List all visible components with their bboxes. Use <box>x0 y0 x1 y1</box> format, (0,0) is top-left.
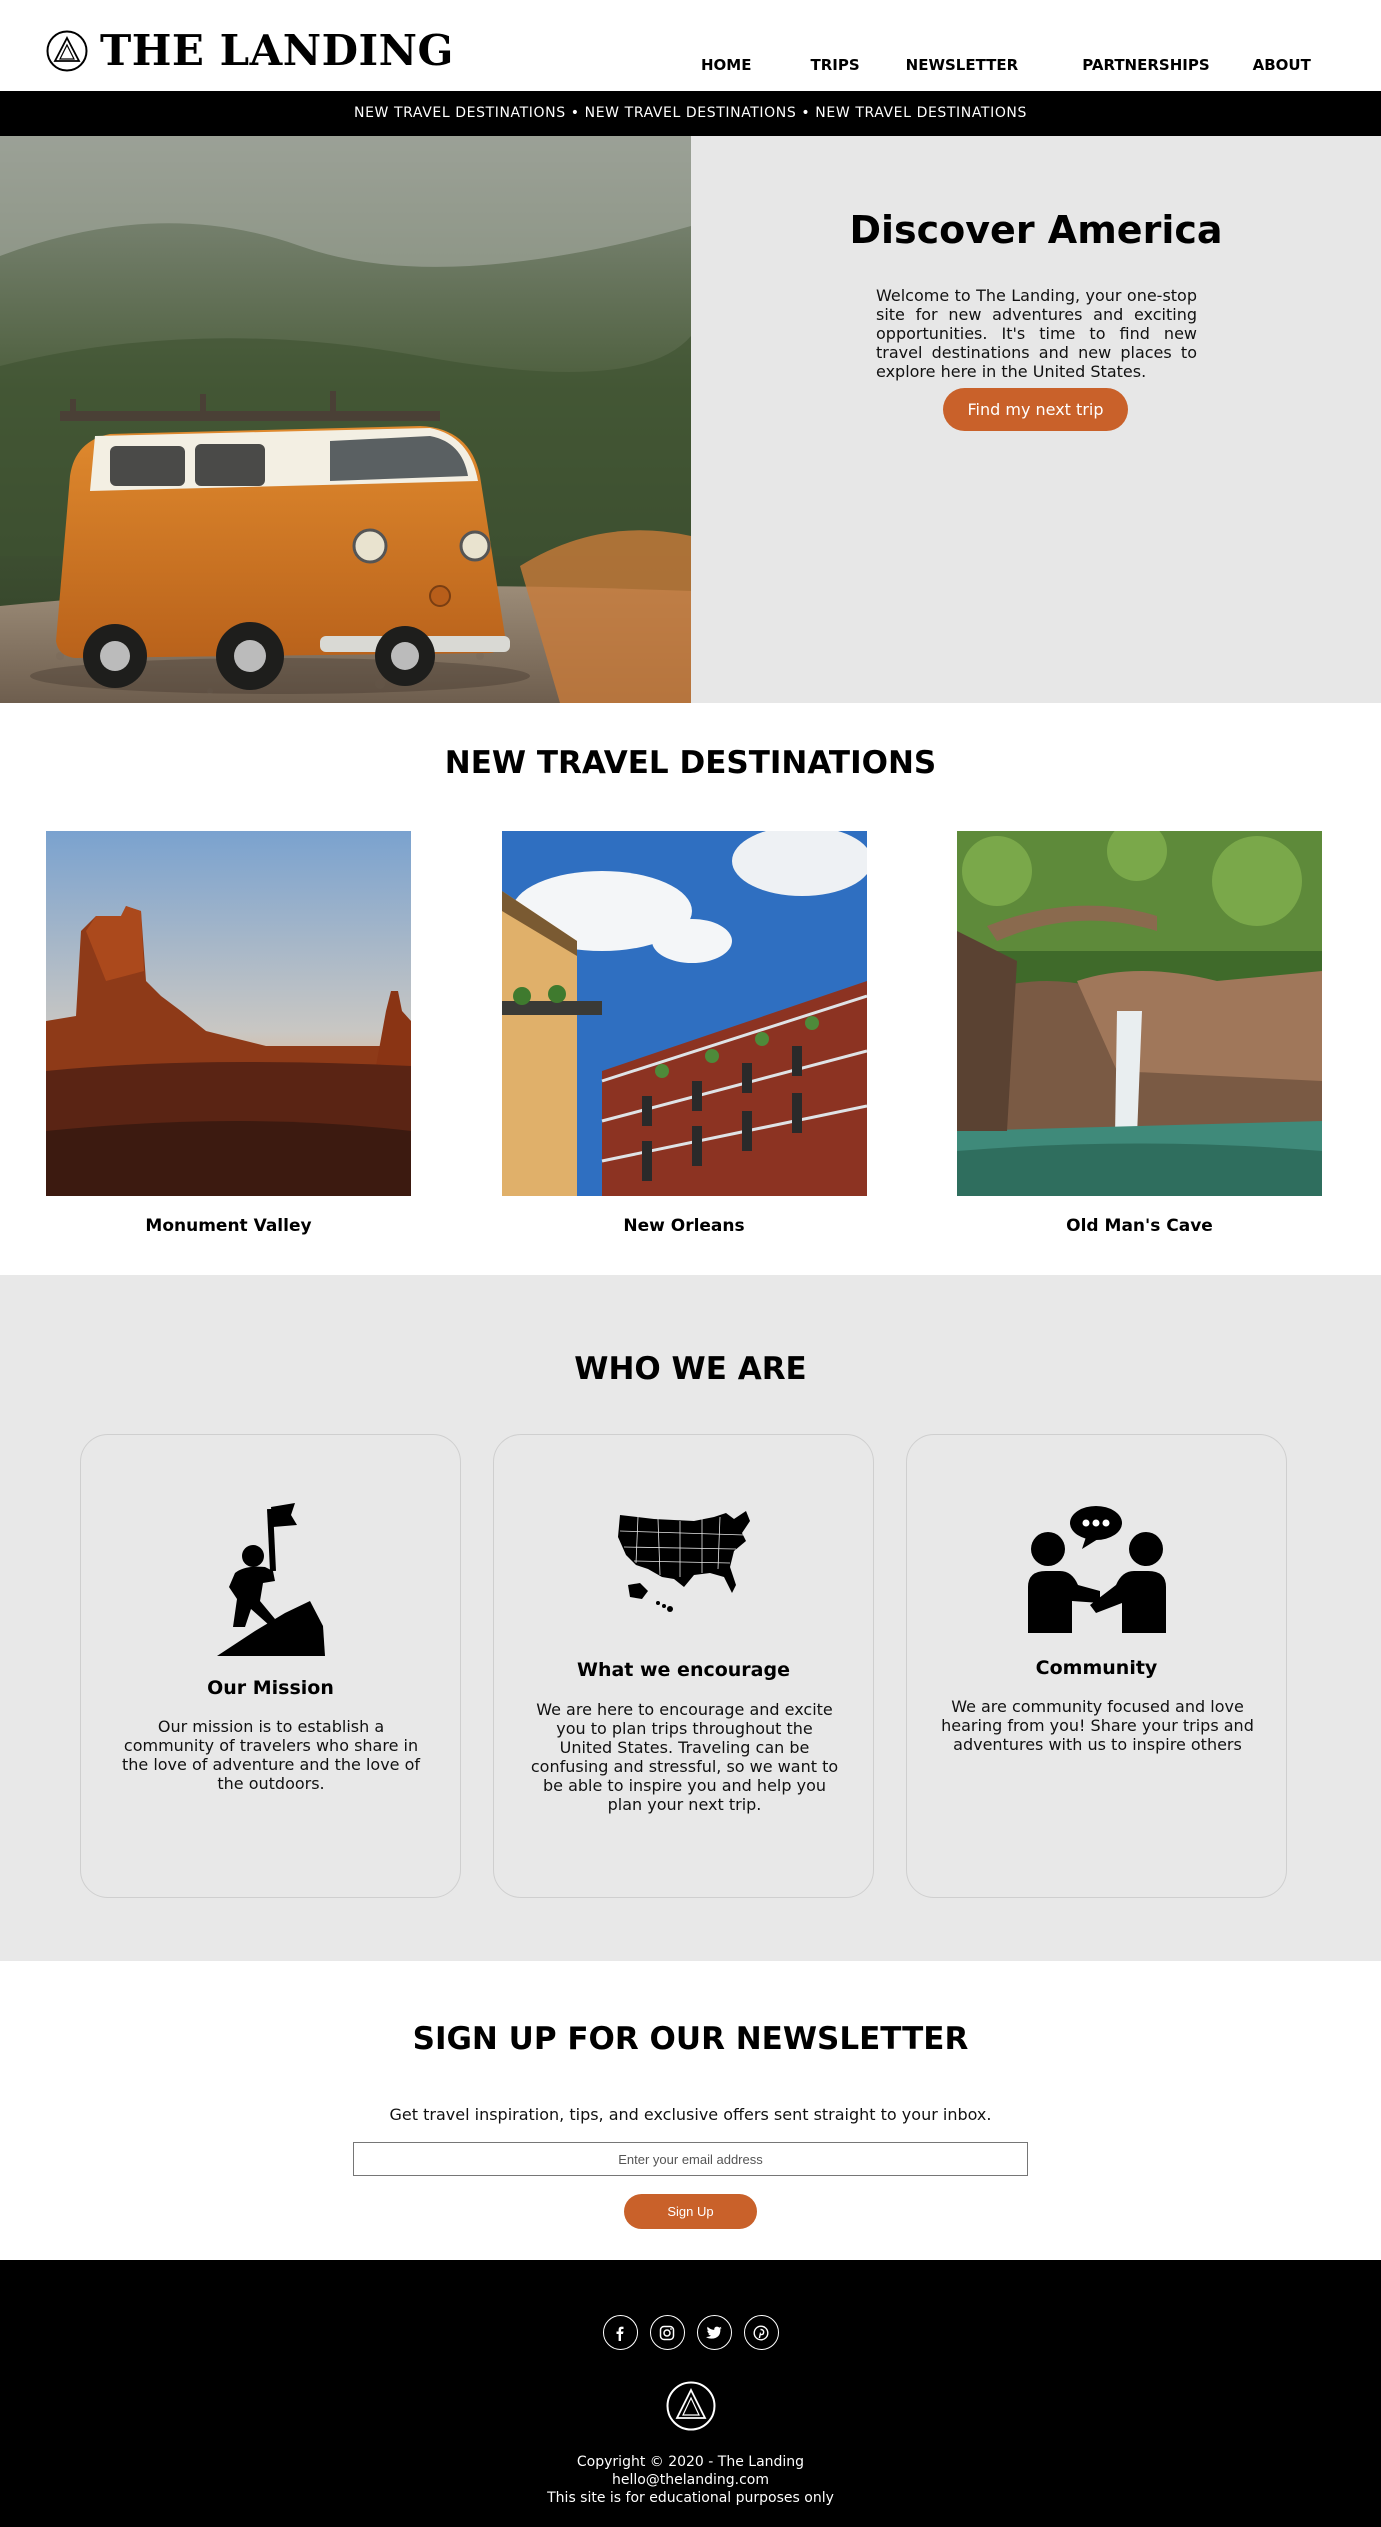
site-header: THE LANDING HOME TRIPS NEWSLETTER PARTNE… <box>0 0 1381 91</box>
pinterest-icon[interactable] <box>743 2315 779 2350</box>
community-title: Community <box>1035 1657 1158 1679</box>
triangle-in-circle-icon <box>46 30 88 72</box>
who-we-are-title: WHO WE ARE <box>574 1351 807 1387</box>
facebook-icon[interactable] <box>602 2315 638 2350</box>
destination-card[interactable]: Monument Valley <box>46 831 411 1236</box>
main-nav: HOME TRIPS NEWSLETTER PARTNERSHIPS ABOUT <box>701 56 1311 74</box>
disclaimer-text: This site is for educational purposes on… <box>547 2490 834 2506</box>
hero-section: Discover America Welcome to The Landing,… <box>0 136 1381 703</box>
destinations-title: NEW TRAVEL DESTINATIONS <box>444 745 937 781</box>
usa-map-icon <box>617 1511 750 1612</box>
nav-trips[interactable]: TRIPS <box>810 56 859 74</box>
destinations-section: NEW TRAVEL DESTINATIONS Monument Valley <box>0 703 1381 1275</box>
footer-logo-icon[interactable] <box>666 2381 716 2431</box>
footer-info: Copyright © 2020 - The Landing hello@the… <box>0 2453 1381 2507</box>
hero-description: Welcome to The Landing, your one-stop si… <box>876 286 1197 381</box>
newsletter-section: SIGN UP FOR OUR NEWSLETTER Get travel in… <box>0 1961 1381 2260</box>
ticker-banner: NEW TRAVEL DESTINATIONS • NEW TRAVEL DES… <box>0 91 1381 136</box>
encourage-text: We are here to encourage and excite you … <box>530 1700 839 1814</box>
monument-valley-photo[interactable] <box>46 831 411 1196</box>
destination-name: New Orleans <box>623 1216 745 1236</box>
newsletter-title: SIGN UP FOR OUR NEWSLETTER <box>412 2021 969 2057</box>
destination-name: Monument Valley <box>145 1216 312 1236</box>
people-chat-icon <box>1027 1506 1166 1633</box>
hero-panel: Discover America Welcome to The Landing,… <box>691 136 1381 703</box>
orange-vw-van-photo <box>0 136 691 703</box>
destination-name: Old Man's Cave <box>1066 1216 1213 1236</box>
mission-text: Our mission is to establish a community … <box>121 1717 421 1793</box>
mission-title: Our Mission <box>207 1677 334 1699</box>
who-cards: Our Mission Our mission is to establish … <box>80 1434 1287 1898</box>
copyright-text: Copyright © 2020 - The Landing <box>576 2454 805 2470</box>
encourage-title: What we encourage <box>577 1659 790 1681</box>
destination-card[interactable]: Old Man's Cave <box>957 831 1322 1236</box>
mission-card: Our Mission Our mission is to establish … <box>80 1434 461 1898</box>
site-logo[interactable]: THE LANDING <box>46 30 454 72</box>
brand-name: THE LANDING <box>100 26 454 75</box>
instagram-icon[interactable] <box>649 2315 685 2350</box>
community-card: Community We are community focused and l… <box>906 1434 1287 1898</box>
site-footer: Copyright © 2020 - The Landing hello@the… <box>0 2260 1381 2527</box>
nav-newsletter[interactable]: NEWSLETTER <box>906 56 1019 74</box>
find-trip-button[interactable]: Find my next trip <box>943 388 1128 431</box>
hero-title: Discover America <box>849 208 1223 252</box>
community-text: We are community focused and love hearin… <box>941 1697 1254 1754</box>
old-mans-cave-photo[interactable] <box>957 831 1322 1196</box>
nav-partnerships[interactable]: PARTNERSHIPS <box>1082 56 1209 74</box>
contact-email[interactable]: hello@thelanding.com <box>0 2471 1381 2489</box>
new-orleans-photo[interactable] <box>501 831 867 1196</box>
nav-home[interactable]: HOME <box>701 56 751 74</box>
destinations-grid: Monument Valley New Orleans Old Man's Ca… <box>46 831 1322 1236</box>
social-links <box>0 2315 1381 2350</box>
twitter-icon[interactable] <box>696 2315 732 2350</box>
who-we-are-section: WHO WE ARE Our Mission Our mission is to… <box>0 1275 1381 1961</box>
nav-about[interactable]: ABOUT <box>1253 56 1311 74</box>
newsletter-subtitle: Get travel inspiration, tips, and exclus… <box>389 2105 992 2124</box>
destination-card[interactable]: New Orleans <box>501 831 867 1236</box>
hiker-flag-icon <box>216 1503 325 1656</box>
encourage-card: What we encourage We are here to encoura… <box>493 1434 874 1898</box>
email-input[interactable] <box>353 2142 1028 2176</box>
sign-up-button[interactable]: Sign Up <box>624 2194 757 2229</box>
